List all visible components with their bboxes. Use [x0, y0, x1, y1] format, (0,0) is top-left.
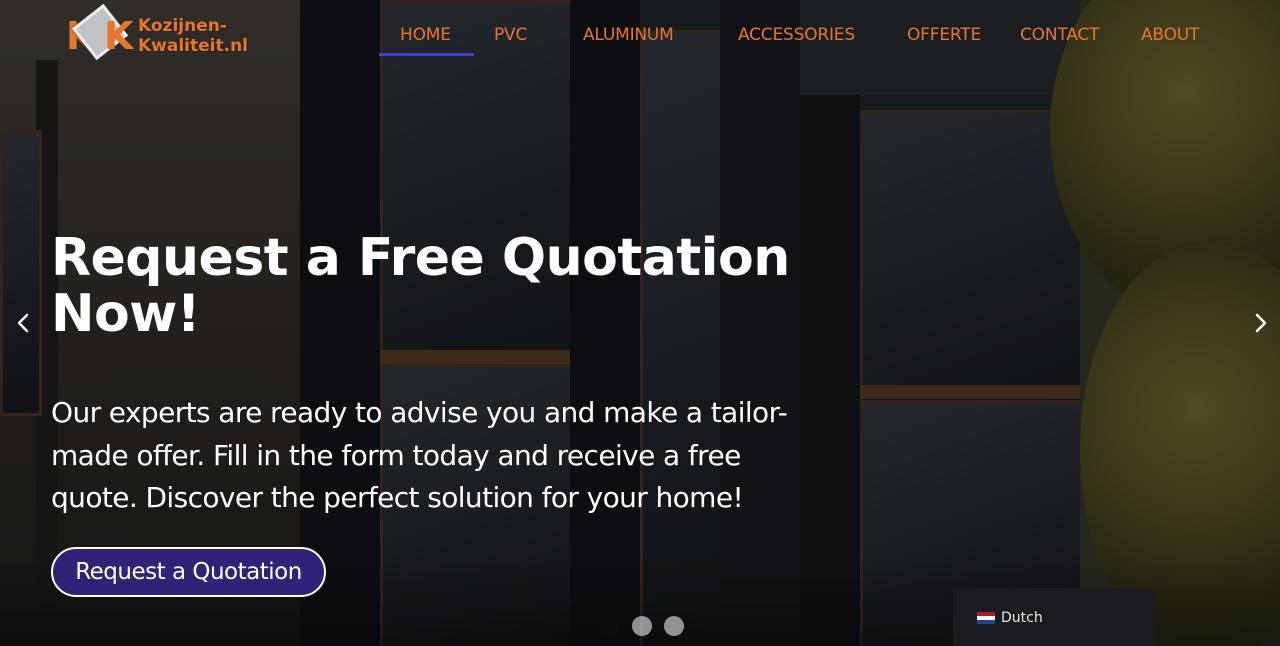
carousel-prev-button[interactable] — [8, 308, 38, 338]
nav-aluminum[interactable]: ALUMINUM — [583, 24, 674, 46]
hero-headline: Request a Free Quotation Now! — [51, 230, 811, 342]
nav-accessories[interactable]: ACCESSORIES — [738, 24, 855, 46]
nav-home[interactable]: HOME — [400, 24, 451, 46]
carousel-dot-1[interactable] — [600, 616, 620, 636]
hero-description: Our experts are ready to advise you and … — [51, 392, 811, 520]
main-nav: HOME PVC ALUMINUM ACCESSORIES OFFERTE CO… — [0, 0, 1280, 60]
language-label: Dutch — [1001, 610, 1043, 626]
hero-headline-line2: Now! — [51, 284, 201, 344]
carousel-next-button[interactable] — [1246, 308, 1276, 338]
nav-offerte[interactable]: OFFERTE — [907, 24, 981, 46]
language-switcher[interactable]: Dutch — [953, 588, 1156, 646]
chevron-left-icon — [17, 313, 29, 333]
hero-description-line1: Our experts are ready to advise you and … — [51, 396, 788, 429]
chevron-right-icon — [1255, 313, 1267, 333]
nav-contact[interactable]: CONTACT — [1020, 24, 1099, 46]
hero-description-line3: quote. Discover the perfect solution for… — [51, 481, 744, 514]
nav-pvc[interactable]: PVC — [494, 24, 527, 46]
hero-headline-line1: Request a Free Quotation — [51, 228, 790, 288]
netherlands-flag-icon — [977, 612, 995, 624]
nav-active-indicator — [379, 53, 474, 56]
carousel-dot-3[interactable] — [664, 616, 684, 636]
request-quotation-button[interactable]: Request a Quotation — [51, 547, 326, 597]
carousel-dot-2[interactable] — [632, 616, 652, 636]
hero-description-line2: made offer. Fill in the form today and r… — [51, 438, 741, 472]
nav-about[interactable]: ABOUT — [1141, 24, 1199, 46]
